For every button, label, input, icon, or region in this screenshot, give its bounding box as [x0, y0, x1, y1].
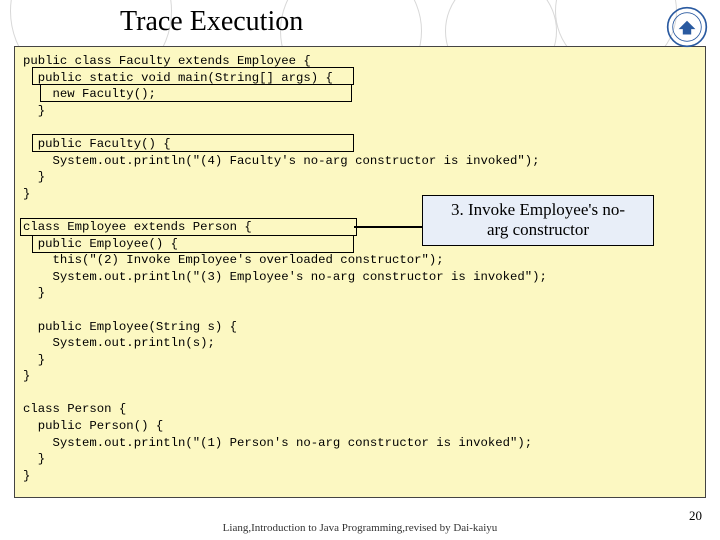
- highlight-employee-extends: [20, 218, 357, 236]
- highlight-new-faculty: [40, 84, 352, 102]
- callout-box: 3. Invoke Employee's no- arg constructor: [422, 195, 654, 246]
- code-block: public class Faculty extends Employee { …: [14, 46, 706, 498]
- callout-text-line2: arg constructor: [487, 220, 589, 239]
- callout-connector: [354, 226, 424, 228]
- callout-text-line1: 3. Invoke Employee's no-: [451, 200, 625, 219]
- highlight-faculty-ctor: [32, 134, 354, 152]
- university-seal-icon: [666, 6, 708, 48]
- page-number: 20: [689, 508, 702, 524]
- highlight-employee-ctor: [32, 235, 354, 253]
- highlight-main-signature: [32, 67, 354, 85]
- slide-title: Trace Execution: [0, 0, 720, 42]
- footer-citation: Liang,Introduction to Java Programming,r…: [0, 522, 720, 534]
